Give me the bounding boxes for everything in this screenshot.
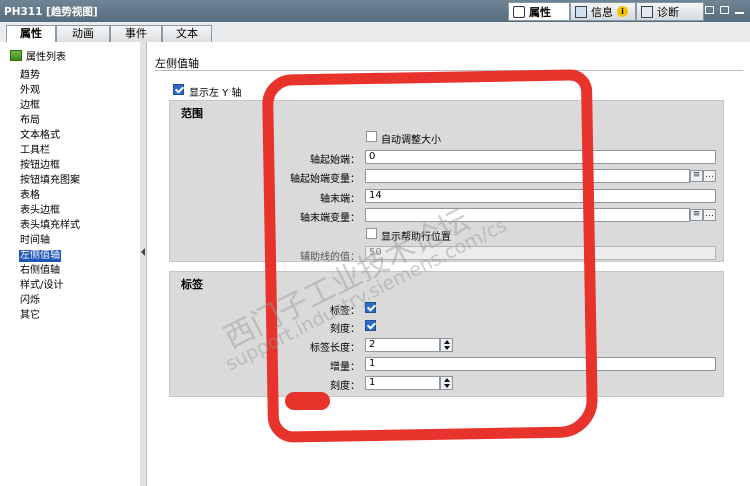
sidebar-item-flashing[interactable]: 闪烁 — [19, 295, 41, 307]
tab-properties-label: 属性 — [529, 5, 551, 19]
sidebar-item-table[interactable]: 表格 — [19, 190, 41, 202]
browse-button[interactable]: … — [703, 170, 716, 182]
sidebar-item-text-format[interactable]: 文本格式 — [19, 130, 61, 142]
tab-diagnostics-label: 诊断 — [657, 5, 679, 19]
close-icon[interactable] — [735, 12, 744, 14]
sidebar-splitter[interactable] — [140, 42, 147, 486]
property-list-sidebar: 属性列表 趋势 外观 边框 布局 文本格式 工具栏 按钮边框 按钮填充图案 表格… — [0, 42, 141, 486]
sidebar-item-appearance[interactable]: 外观 — [19, 85, 41, 97]
restore-icon[interactable] — [705, 6, 714, 14]
subtab-events[interactable]: 事件 — [110, 25, 162, 42]
sub-tab-bar: 属性 动画 事件 文本 — [0, 22, 750, 43]
range-panel-title: 范围 — [181, 107, 203, 120]
diagnostics-icon — [641, 5, 653, 18]
property-list-icon — [10, 50, 22, 61]
sidebar-item-left-value-axis[interactable]: 左侧值轴 — [19, 250, 61, 262]
sidebar-item-header-fill[interactable]: 表头填充样式 — [19, 220, 81, 232]
collapse-arrow-icon[interactable] — [141, 248, 145, 256]
sidebar-item-right-value-axis[interactable]: 右侧值轴 — [19, 265, 61, 277]
label-panel-title: 标签 — [181, 278, 203, 291]
info-icon: i — [617, 6, 628, 17]
subtab-animation[interactable]: 动画 — [56, 25, 110, 42]
sidebar-item-misc[interactable]: 其它 — [19, 310, 41, 322]
sidebar-item-button-border[interactable]: 按钮边框 — [19, 160, 61, 172]
subtab-properties[interactable]: 属性 — [6, 25, 56, 43]
sidebar-item-style-design[interactable]: 样式/设计 — [19, 280, 64, 292]
title-bar: PH311 [趋势视图] 属性 信息 i 诊断 — [0, 0, 750, 22]
sidebar-item-toolbar[interactable]: 工具栏 — [19, 145, 51, 157]
sidebar-item-button-fill[interactable]: 按钮填充图案 — [19, 175, 81, 187]
tab-properties[interactable]: 属性 — [508, 2, 570, 21]
tag-list-icon[interactable]: ≡ — [690, 209, 703, 221]
tab-diagnostics[interactable]: 诊断 — [636, 2, 704, 21]
property-list-title: 属性列表 — [26, 52, 66, 63]
tab-info-label: 信息 — [591, 5, 613, 19]
show-left-axis-checkbox[interactable] — [173, 84, 184, 95]
float-icon[interactable] — [720, 6, 729, 14]
sidebar-item-trend[interactable]: 趋势 — [19, 70, 41, 82]
tag-list-icon[interactable]: ≡ — [690, 170, 703, 182]
red-annotation-outline — [261, 69, 599, 443]
red-annotation-stroke — [285, 392, 330, 410]
subtab-text[interactable]: 文本 — [162, 25, 212, 42]
window-title: PH311 [趋势视图] — [4, 6, 98, 18]
property-list-header: 属性列表 — [10, 48, 66, 63]
sidebar-item-layout[interactable]: 布局 — [19, 115, 41, 127]
sidebar-item-time-axis[interactable]: 时间轴 — [19, 235, 51, 247]
section-title: 左侧值轴 — [155, 57, 199, 70]
properties-icon — [513, 5, 525, 18]
sidebar-item-header-border[interactable]: 表头边框 — [19, 205, 61, 217]
sidebar-item-border[interactable]: 边框 — [19, 100, 41, 112]
tab-info[interactable]: 信息 i — [570, 2, 636, 21]
show-left-axis-label: 显示左 Y 轴 — [189, 88, 242, 99]
window-controls — [705, 6, 744, 14]
info-arrow-icon — [575, 5, 587, 18]
browse-button[interactable]: … — [703, 209, 716, 221]
